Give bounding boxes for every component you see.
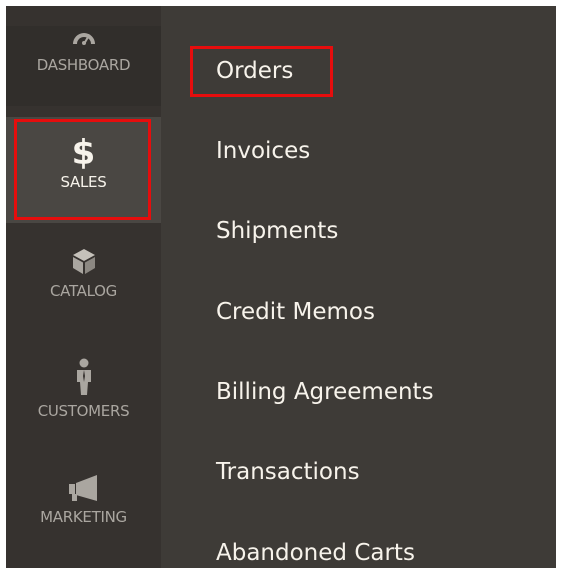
sales-submenu: Orders Invoices Shipments Credit Memos B… xyxy=(161,6,556,568)
megaphone-icon xyxy=(67,474,101,506)
person-icon xyxy=(75,358,93,400)
nav-dashboard[interactable]: DASHBOARD xyxy=(6,26,161,106)
submenu-orders[interactable]: Orders xyxy=(216,56,293,86)
nav-marketing[interactable]: MARKETING xyxy=(6,474,161,554)
nav-customers-label: CUSTOMERS xyxy=(37,402,130,420)
nav-sales-label: SALES xyxy=(60,173,107,191)
nav-catalog[interactable]: CATALOG xyxy=(6,246,161,326)
nav-sales[interactable]: $ SALES xyxy=(6,117,161,223)
submenu-transactions[interactable]: Transactions xyxy=(216,457,360,487)
submenu-abandoned-carts[interactable]: Abandoned Carts xyxy=(216,538,415,568)
nav-dashboard-label: DASHBOARD xyxy=(36,56,131,74)
submenu-shipments[interactable]: Shipments xyxy=(216,216,338,246)
submenu-credit-memos[interactable]: Credit Memos xyxy=(216,297,375,327)
admin-sidebar: DASHBOARD $ SALES CATALOG CUSTOMERS MARK… xyxy=(6,6,161,568)
submenu-billing-agreements[interactable]: Billing Agreements xyxy=(216,377,434,407)
nav-catalog-label: CATALOG xyxy=(50,282,117,300)
nav-customers[interactable]: CUSTOMERS xyxy=(6,358,161,438)
box-icon xyxy=(71,246,97,280)
admin-menu: DASHBOARD $ SALES CATALOG CUSTOMERS MARK… xyxy=(6,6,556,568)
dashboard-gauge-icon xyxy=(71,26,97,50)
submenu-invoices[interactable]: Invoices xyxy=(216,136,310,166)
nav-marketing-label: MARKETING xyxy=(40,508,127,526)
dollar-icon: $ xyxy=(71,133,96,173)
